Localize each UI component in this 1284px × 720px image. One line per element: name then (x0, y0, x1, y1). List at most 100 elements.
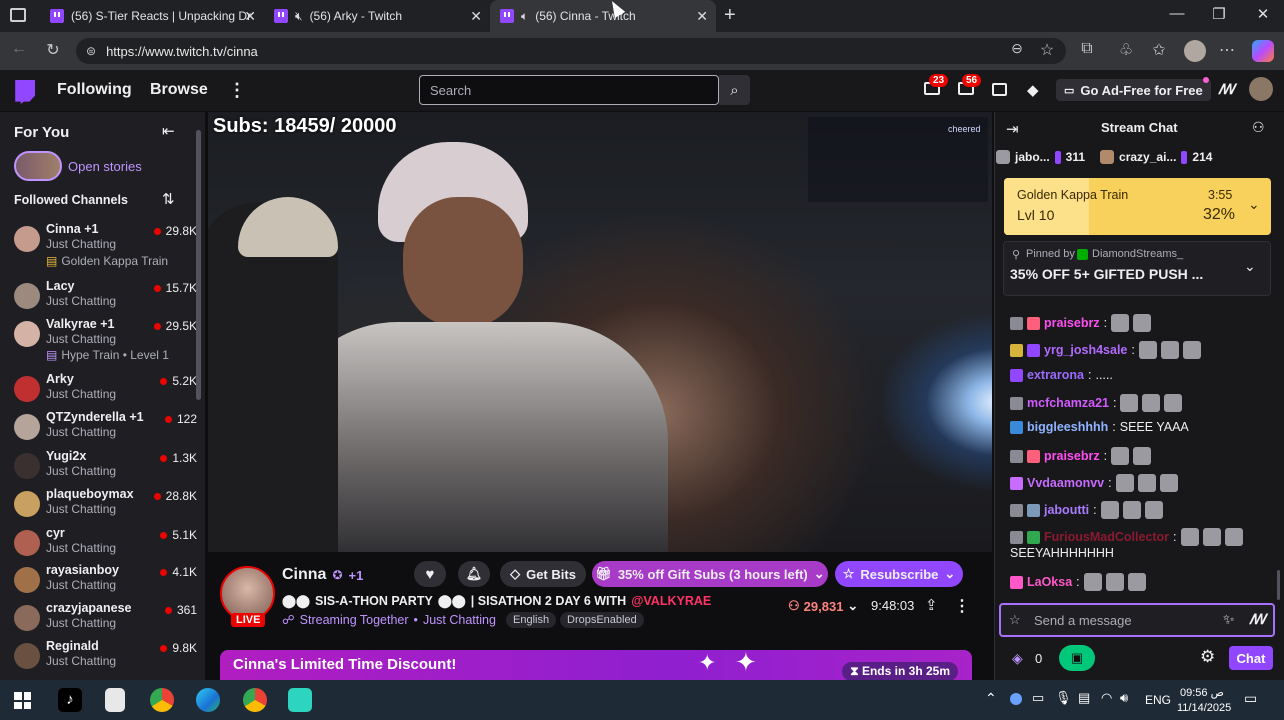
url-text[interactable]: https://www.twitch.tv/cinna (106, 44, 258, 59)
chat-scrollbar[interactable] (1277, 570, 1280, 600)
golden-kappa-train-banner[interactable]: Golden Kappa Train 3:55 Lvl 10 32% ⌄ (1004, 178, 1271, 235)
tiktok-icon[interactable]: ♪ (58, 688, 82, 712)
channel-points-icon[interactable]: ◈ (1012, 650, 1023, 667)
open-stories-link[interactable]: Open stories (68, 159, 142, 174)
tray-time[interactable]: 09:56 ص (1180, 686, 1224, 699)
follow-heart-button[interactable]: ♥ (414, 561, 446, 587)
stories-avatars[interactable] (14, 151, 62, 181)
sidebar-channel-qtzynderella[interactable]: QTZynderella +1 Just Chatting 122 (12, 410, 197, 448)
back-icon[interactable]: ← (8, 40, 30, 58)
url-bar[interactable]: ⊜ https://www.twitch.tv/cinna (76, 38, 1066, 64)
collab-count[interactable]: +1 (349, 568, 364, 583)
tray-usb-icon[interactable]: ▤ (1078, 690, 1090, 706)
vpn-icon[interactable]: ♧ (1115, 40, 1137, 60)
windows-start-icon[interactable] (14, 692, 31, 709)
whispers-icon[interactable] (992, 83, 1007, 96)
notification-center-icon[interactable]: ▭ (1244, 690, 1257, 707)
sidebar-channel-yugi2x[interactable]: Yugi2x Just Chatting 1.3K (12, 449, 197, 487)
video-player[interactable]: cheered (208, 112, 992, 552)
community-icon[interactable]: ⚇ (1252, 119, 1265, 136)
pinned-message[interactable]: ⚲ Pinned by DiamondStreams_ 35% OFF 5+ G… (1003, 241, 1271, 296)
sidebar-channel-crazyjapanese[interactable]: crazyjapanese Just Chatting 361 (12, 601, 197, 639)
close-tab-icon[interactable]: ✕ (696, 8, 708, 25)
viewer-count[interactable]: ⚇ 29,831 ⌄ (788, 598, 858, 614)
get-bits-button[interactable]: ◇ Get Bits (500, 561, 586, 587)
copilot-icon[interactable] (1252, 40, 1274, 62)
search-button[interactable]: ⌕ (719, 75, 750, 105)
tag-english[interactable]: English (506, 612, 557, 628)
sidebar-channel-lacy[interactable]: Lacy Just Chatting 15.7K (12, 279, 197, 317)
close-tab-icon[interactable]: ✕ (470, 8, 482, 25)
collapse-chat-icon[interactable]: ⇥ (1006, 120, 1019, 138)
chrome-icon[interactable] (150, 688, 174, 712)
resubscribe-button[interactable]: ☆ Resubscribe ⌄ (835, 561, 963, 587)
chat-input-box[interactable]: ☆ Send a message ✨︎ ꟿ (999, 603, 1275, 637)
sidebar-channel-rayasianboy[interactable]: rayasianboy Just Chatting 4.1K (12, 563, 197, 601)
browser-tab-2[interactable]: 🔇︎ (56) Arky - Twitch ✕ (264, 0, 490, 32)
chevron-down-icon[interactable]: ⌄ (1244, 258, 1256, 275)
close-window-button[interactable]: ✕ (1248, 5, 1278, 23)
tag-dropsenabled[interactable]: DropsEnabled (560, 612, 644, 628)
minimize-button[interactable]: — (1162, 5, 1192, 22)
browser-tab-1[interactable]: (56) S-Tier Reacts | Unpacking Dr ✕ (40, 0, 264, 32)
sidebar-scrollbar[interactable] (196, 130, 201, 400)
chrome-profile-icon[interactable] (243, 688, 267, 712)
sidebar-channel-cyr[interactable]: cyr Just Chatting 5.1K (12, 526, 197, 564)
profile-avatar[interactable] (1184, 40, 1206, 62)
emote-picker-icon[interactable]: ✨︎ (1223, 611, 1235, 628)
chat-send-button[interactable]: Chat (1229, 646, 1273, 670)
zoom-icon[interactable]: ⊖ (1006, 40, 1028, 57)
share-icon[interactable]: ⇪ (925, 596, 938, 614)
app-icon[interactable] (288, 688, 312, 712)
sidebar-channel-plaqueboymax[interactable]: plaqueboymax Just Chatting 28.8K (12, 487, 197, 525)
favorites-icon[interactable]: ✩ (1148, 40, 1170, 60)
more-options-icon[interactable]: ⋮ (954, 596, 970, 616)
tray-date[interactable]: 11/14/2025 (1177, 702, 1231, 714)
tab-actions-icon[interactable] (10, 8, 26, 22)
tray-chevron-icon[interactable]: ⌃ (985, 690, 997, 707)
refresh-icon[interactable]: ↻ (42, 40, 64, 60)
extensions-icon[interactable]: ⧉ (1076, 40, 1098, 58)
tray-language[interactable]: ENG (1145, 693, 1171, 707)
points-reward-button[interactable]: ▣ (1059, 645, 1095, 671)
browser-tab-3-active[interactable]: 🔈︎ (56) Cinna - Twitch ✕ (490, 0, 716, 32)
browse-link[interactable]: Browse (150, 81, 208, 99)
maximize-button[interactable]: ❐ (1204, 5, 1234, 23)
sort-icon[interactable]: ⇅ (162, 190, 175, 208)
chat-settings-icon[interactable]: ⚙ (1200, 647, 1215, 667)
more-nav-icon[interactable]: ⋮ (228, 80, 246, 101)
close-tab-icon[interactable]: ✕ (244, 8, 256, 25)
category-link[interactable]: Just Chatting (423, 613, 496, 627)
chevron-down-icon[interactable]: ⌄ (1248, 196, 1260, 213)
more-menu-icon[interactable]: ⋯ (1216, 40, 1238, 60)
site-info-icon[interactable]: ⊜ (86, 44, 96, 58)
bits-icon[interactable]: ◆ (1027, 81, 1039, 99)
turbo-emote-icon[interactable]: ꟿ (1249, 611, 1266, 628)
following-link[interactable]: Following (57, 81, 132, 99)
speaker-icon[interactable]: 🔈︎ (521, 9, 528, 24)
search-input[interactable]: Search (419, 75, 719, 105)
favorite-star-icon[interactable]: ☆ (1036, 40, 1058, 60)
go-ad-free-button[interactable]: ▭ Go Ad-Free for Free (1056, 79, 1211, 101)
chat-badge-icon[interactable]: ☆ (1009, 612, 1021, 628)
sidebar-channel-valkyrae[interactable]: Valkyrae +1 Just Chatting 29.5K ▤ Hype Tr… (12, 317, 197, 362)
collapse-sidebar-icon[interactable]: ⇤ (162, 122, 175, 140)
discount-promo-banner[interactable]: Cinna's Limited Time Discount! ✦ ✦ ⧗ End… (220, 647, 972, 681)
valkyrae-mention-link[interactable]: @VALKYRAE (631, 594, 711, 608)
new-tab-button[interactable]: + (724, 4, 736, 27)
muted-speaker-icon[interactable]: 🔇︎ (295, 9, 303, 24)
notepad-icon[interactable] (105, 688, 125, 712)
sidebar-channel-arky[interactable]: Arky Just Chatting 5.2K (12, 372, 197, 410)
tray-wifi-icon[interactable]: ◠ (1101, 690, 1112, 706)
sidebar-channel-reginald[interactable]: Reginald Just Chatting 9.8K (12, 639, 197, 677)
sidebar-channel-cinna[interactable]: Cinna +1 Just Chatting 29.8K ▤ Golden Kap… (12, 222, 197, 268)
turbo-icon[interactable]: ꟿ (1218, 81, 1235, 98)
streaming-together-link[interactable]: Streaming Together (300, 613, 409, 627)
edge-icon[interactable] (196, 688, 220, 712)
user-avatar[interactable] (1249, 77, 1273, 101)
tray-volume-icon[interactable]: 🔊︎ (1120, 690, 1128, 706)
gift-subs-button[interactable]: 🎁︎ 35% off Gift Subs (3 hours left) ⌄ (592, 561, 828, 587)
tray-mic-icon[interactable]: 🎙︎ (1055, 690, 1072, 706)
streamer-name[interactable]: Cinna (282, 566, 326, 584)
notifications-bell-button[interactable]: 🔔︎ (458, 561, 490, 587)
